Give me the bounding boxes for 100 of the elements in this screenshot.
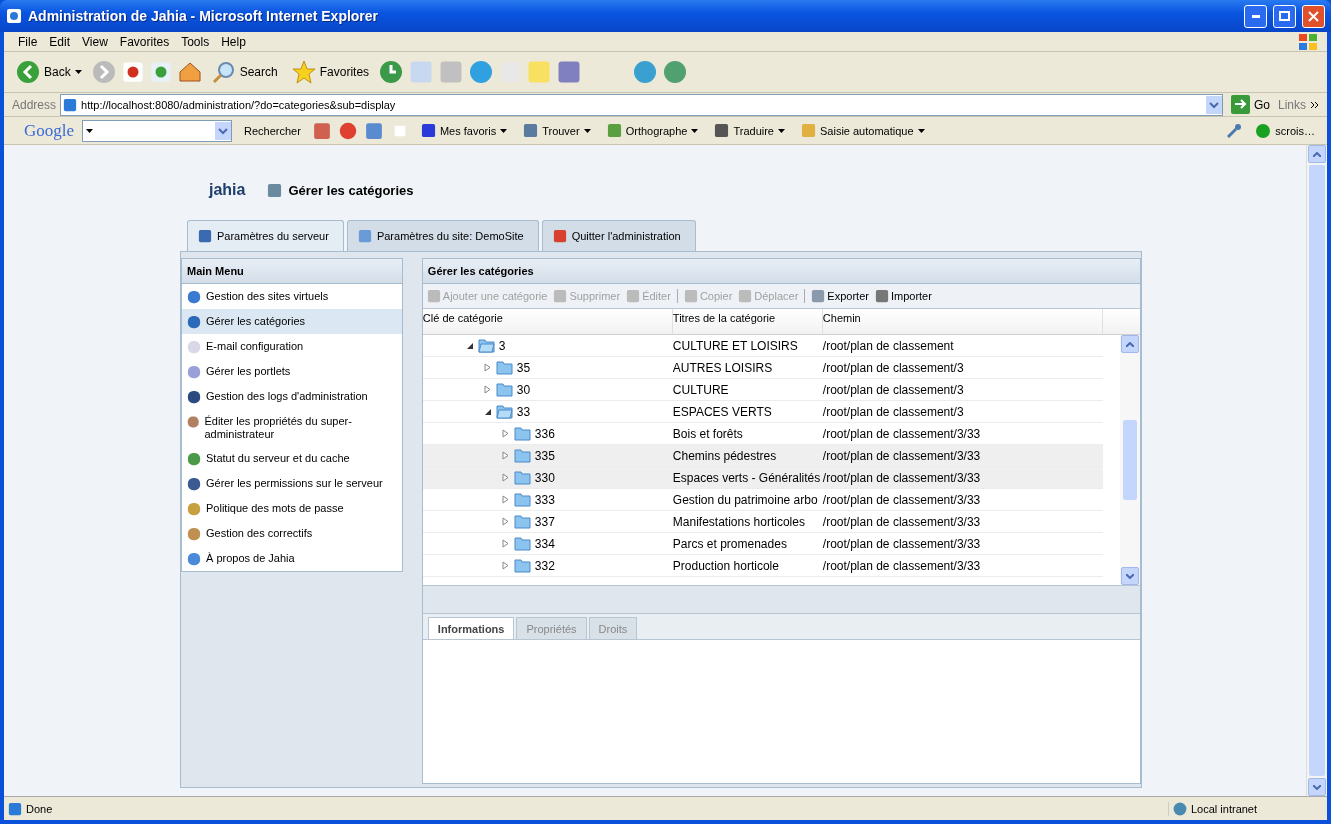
collapsed-triangle-icon[interactable] bbox=[500, 429, 510, 438]
caret-icon[interactable] bbox=[691, 128, 699, 133]
minimize-icon bbox=[1251, 14, 1260, 18]
menu-item-icon bbox=[187, 415, 200, 429]
folder-icon bbox=[513, 514, 531, 529]
favorites-button[interactable]: Favorites bbox=[287, 60, 374, 84]
panel-header: Gérer les catégories bbox=[422, 259, 1140, 284]
tree-row[interactable]: 330 Espaces verts - Généralités /root/plan de classement/3/33 bbox=[422, 467, 1103, 489]
window-title: Administration de Jahia - Microsoft Internet Explorer bbox=[28, 8, 380, 24]
menu-item[interactable]: Tools bbox=[175, 34, 216, 49]
search-button[interactable]: Rechercher bbox=[240, 124, 305, 137]
category-path: /root/plan de classement/3/33 bbox=[822, 492, 982, 507]
category-title: Gestion du patrimoine arbo bbox=[672, 492, 819, 507]
toolbar-button[interactable]: Importer bbox=[874, 289, 932, 303]
scrollbar[interactable] bbox=[1306, 145, 1327, 796]
folder-icon bbox=[513, 448, 531, 463]
category-key: 336 bbox=[534, 426, 555, 441]
collapsed-triangle-icon[interactable] bbox=[482, 385, 492, 394]
category-path: /root/plan de classement/3/33 bbox=[822, 558, 982, 573]
address-field[interactable]: http://localhost:8080/administration/?do=categories&sub=display bbox=[60, 93, 1223, 116]
category-title: ESPACES VERTS bbox=[672, 404, 773, 419]
back-button[interactable]: Back bbox=[12, 60, 86, 84]
category-key: 333 bbox=[534, 492, 555, 507]
caret-icon[interactable] bbox=[583, 128, 591, 133]
toolbar-button[interactable]: Exporter bbox=[811, 289, 869, 303]
caret-icon[interactable] bbox=[917, 128, 925, 133]
category-path: /root/plan de classement/3/33 bbox=[822, 448, 982, 463]
star-icon bbox=[291, 60, 316, 84]
column-header[interactable]: Chemin bbox=[822, 309, 1103, 334]
collapsed-triangle-icon[interactable] bbox=[482, 363, 492, 372]
menu-item[interactable]: Help bbox=[215, 34, 252, 49]
links-label[interactable]: Links bbox=[1278, 97, 1306, 112]
category-title: CULTURE ET LOISIRS bbox=[672, 338, 799, 353]
collapsed-triangle-icon[interactable] bbox=[500, 451, 510, 460]
maximize-button[interactable] bbox=[1273, 4, 1296, 28]
google-toolbar-button[interactable]: Trouver bbox=[519, 123, 595, 138]
caret-icon[interactable] bbox=[778, 128, 785, 133]
category-path: /root/plan de classement/3/33 bbox=[822, 426, 982, 441]
caret-icon[interactable] bbox=[86, 128, 94, 133]
google-search-field[interactable] bbox=[82, 119, 233, 142]
open-folder-icon bbox=[477, 338, 495, 353]
google-toolbar-button[interactable]: Traduire bbox=[710, 123, 789, 138]
menu-item[interactable]: View bbox=[76, 34, 114, 49]
account-button[interactable]: scrois… bbox=[1251, 122, 1319, 139]
collapsed-triangle-icon[interactable] bbox=[500, 473, 510, 482]
security-zone: Local intranet bbox=[1191, 802, 1258, 815]
tab[interactable]: Paramètres du site: DemoSite bbox=[346, 220, 539, 251]
menu-item-icon bbox=[187, 502, 201, 516]
wrench-icon[interactable] bbox=[1225, 121, 1244, 140]
scrollbar[interactable] bbox=[1120, 335, 1140, 585]
column-header[interactable]: Titres de la catégorie bbox=[672, 309, 823, 334]
dropdown-caret-icon[interactable] bbox=[74, 70, 82, 74]
status-text: Done bbox=[26, 802, 54, 815]
category-title: Production horticole bbox=[672, 558, 780, 573]
menu-item[interactable]: File bbox=[12, 34, 44, 49]
history-icon[interactable] bbox=[379, 60, 404, 84]
minimize-button[interactable] bbox=[1244, 4, 1267, 28]
tab[interactable]: Paramètres du serveur bbox=[187, 220, 344, 251]
category-key: 332 bbox=[534, 558, 555, 573]
menu-item[interactable]: Gérer les catégories bbox=[182, 309, 402, 334]
close-button[interactable] bbox=[1302, 4, 1325, 28]
category-path: /root/plan de classement bbox=[822, 338, 955, 353]
scroll-thumb[interactable] bbox=[1309, 165, 1325, 776]
caret-icon[interactable] bbox=[500, 128, 508, 133]
google-toolbar-button[interactable]: Orthographe bbox=[602, 123, 703, 138]
menu-item-icon bbox=[187, 315, 201, 329]
category-title: Espaces verts - Généralités bbox=[672, 470, 822, 485]
menu-item-icon bbox=[187, 527, 201, 541]
home-icon[interactable] bbox=[177, 60, 202, 84]
collapsed-triangle-icon[interactable] bbox=[500, 539, 510, 548]
google-toolbar-button[interactable]: Saisie automatique bbox=[797, 123, 929, 138]
menu-item-icon bbox=[187, 365, 201, 379]
scroll-thumb[interactable] bbox=[1123, 420, 1137, 500]
collapsed-triangle-icon[interactable] bbox=[500, 495, 510, 504]
category-title: Chemins pédestres bbox=[672, 448, 778, 463]
category-key: 335 bbox=[534, 448, 555, 463]
category-path: /root/plan de classement/3 bbox=[822, 382, 965, 397]
menu-item-icon bbox=[187, 552, 201, 566]
category-path: /root/plan de classement/3 bbox=[822, 404, 965, 419]
search-button[interactable]: Search bbox=[207, 60, 282, 84]
panel-header: Main Menu bbox=[182, 259, 402, 284]
google-toolbar-button[interactable]: Mes favoris bbox=[416, 123, 512, 138]
category-path: /root/plan de classement/3/33 bbox=[822, 470, 982, 485]
collapsed-triangle-icon[interactable] bbox=[500, 517, 510, 526]
collapsed-triangle-icon[interactable] bbox=[500, 561, 510, 570]
category-title: Parcs et promenades bbox=[672, 536, 788, 551]
column-header[interactable]: Clé de catégorie bbox=[422, 309, 673, 334]
category-title: Bois et forêts bbox=[672, 426, 744, 441]
tree-row[interactable]: 335 Chemins pédestres /root/plan de classement/3/33 bbox=[422, 445, 1103, 467]
go-button[interactable]: Go bbox=[1226, 95, 1274, 114]
menu-item[interactable]: Favorites bbox=[113, 34, 176, 49]
folder-icon bbox=[513, 470, 531, 485]
menu-item-icon bbox=[187, 390, 201, 404]
tab[interactable]: Informations bbox=[427, 617, 515, 639]
magnifier-icon bbox=[211, 60, 236, 84]
tab[interactable]: Quitter l'administration bbox=[541, 220, 696, 251]
forward-button[interactable] bbox=[91, 60, 116, 84]
category-key: 33 bbox=[516, 404, 531, 419]
menu-item-icon bbox=[187, 290, 201, 304]
menu-item[interactable]: Edit bbox=[43, 34, 77, 49]
